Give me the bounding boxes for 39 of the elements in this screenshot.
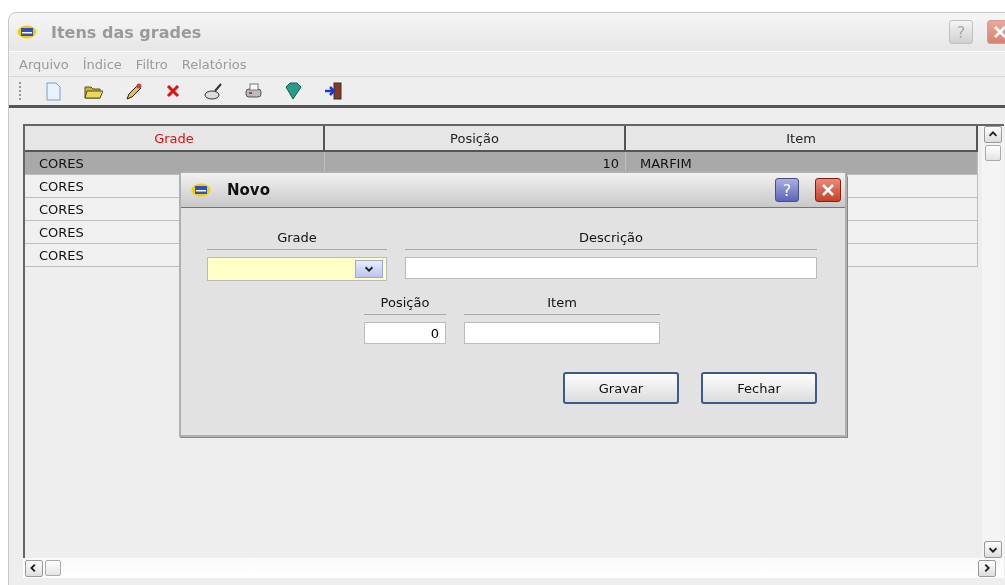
help-button[interactable]: ? [775, 178, 799, 202]
field-label: Grade [207, 230, 387, 250]
magnifier-icon[interactable] [203, 81, 223, 101]
scroll-right-button[interactable] [978, 559, 996, 577]
dialog-title: Novo [227, 181, 271, 199]
column-header[interactable]: Grade [25, 126, 325, 152]
item-field[interactable] [464, 322, 660, 344]
menu-item[interactable]: Filtro [135, 56, 168, 72]
menu-item[interactable]: Relatórios [181, 56, 247, 72]
window-title: Itens das grades [51, 22, 203, 42]
exit-door-icon[interactable] [323, 81, 343, 101]
gem-icon[interactable] [283, 81, 303, 101]
scroll-up-button[interactable] [984, 126, 1002, 143]
scroll-thumb[interactable] [985, 145, 1001, 161]
app-icon [191, 183, 211, 197]
close-icon [821, 183, 835, 197]
pencil-icon[interactable] [123, 81, 143, 101]
field-label: Descrição [405, 230, 817, 250]
dialog-button[interactable]: Gravar [563, 372, 679, 404]
scroll-left-button[interactable] [25, 559, 43, 577]
menu-item[interactable]: Arquivo [19, 56, 69, 72]
scroll-thumb[interactable] [45, 560, 61, 576]
dropdown-button[interactable] [355, 260, 383, 278]
column-header[interactable]: Item [626, 126, 978, 152]
app-icon [17, 25, 37, 39]
position-field[interactable]: 0 [364, 322, 446, 344]
description-field[interactable] [405, 257, 817, 279]
dialog-button[interactable]: Fechar [701, 372, 817, 404]
close-icon [993, 25, 1005, 39]
horizontal-scrollbar[interactable] [23, 558, 1004, 578]
menu-item[interactable]: Índice [82, 56, 122, 72]
vertical-scrollbar[interactable] [982, 126, 1004, 558]
column-header[interactable]: Posição [325, 126, 626, 152]
field-label: Posição [364, 295, 446, 315]
scroll-down-button[interactable] [984, 541, 1002, 558]
table-cell: CORES [25, 152, 325, 175]
close-button[interactable] [815, 178, 841, 202]
printer-icon[interactable] [243, 81, 263, 101]
field-label: Item [464, 295, 660, 315]
